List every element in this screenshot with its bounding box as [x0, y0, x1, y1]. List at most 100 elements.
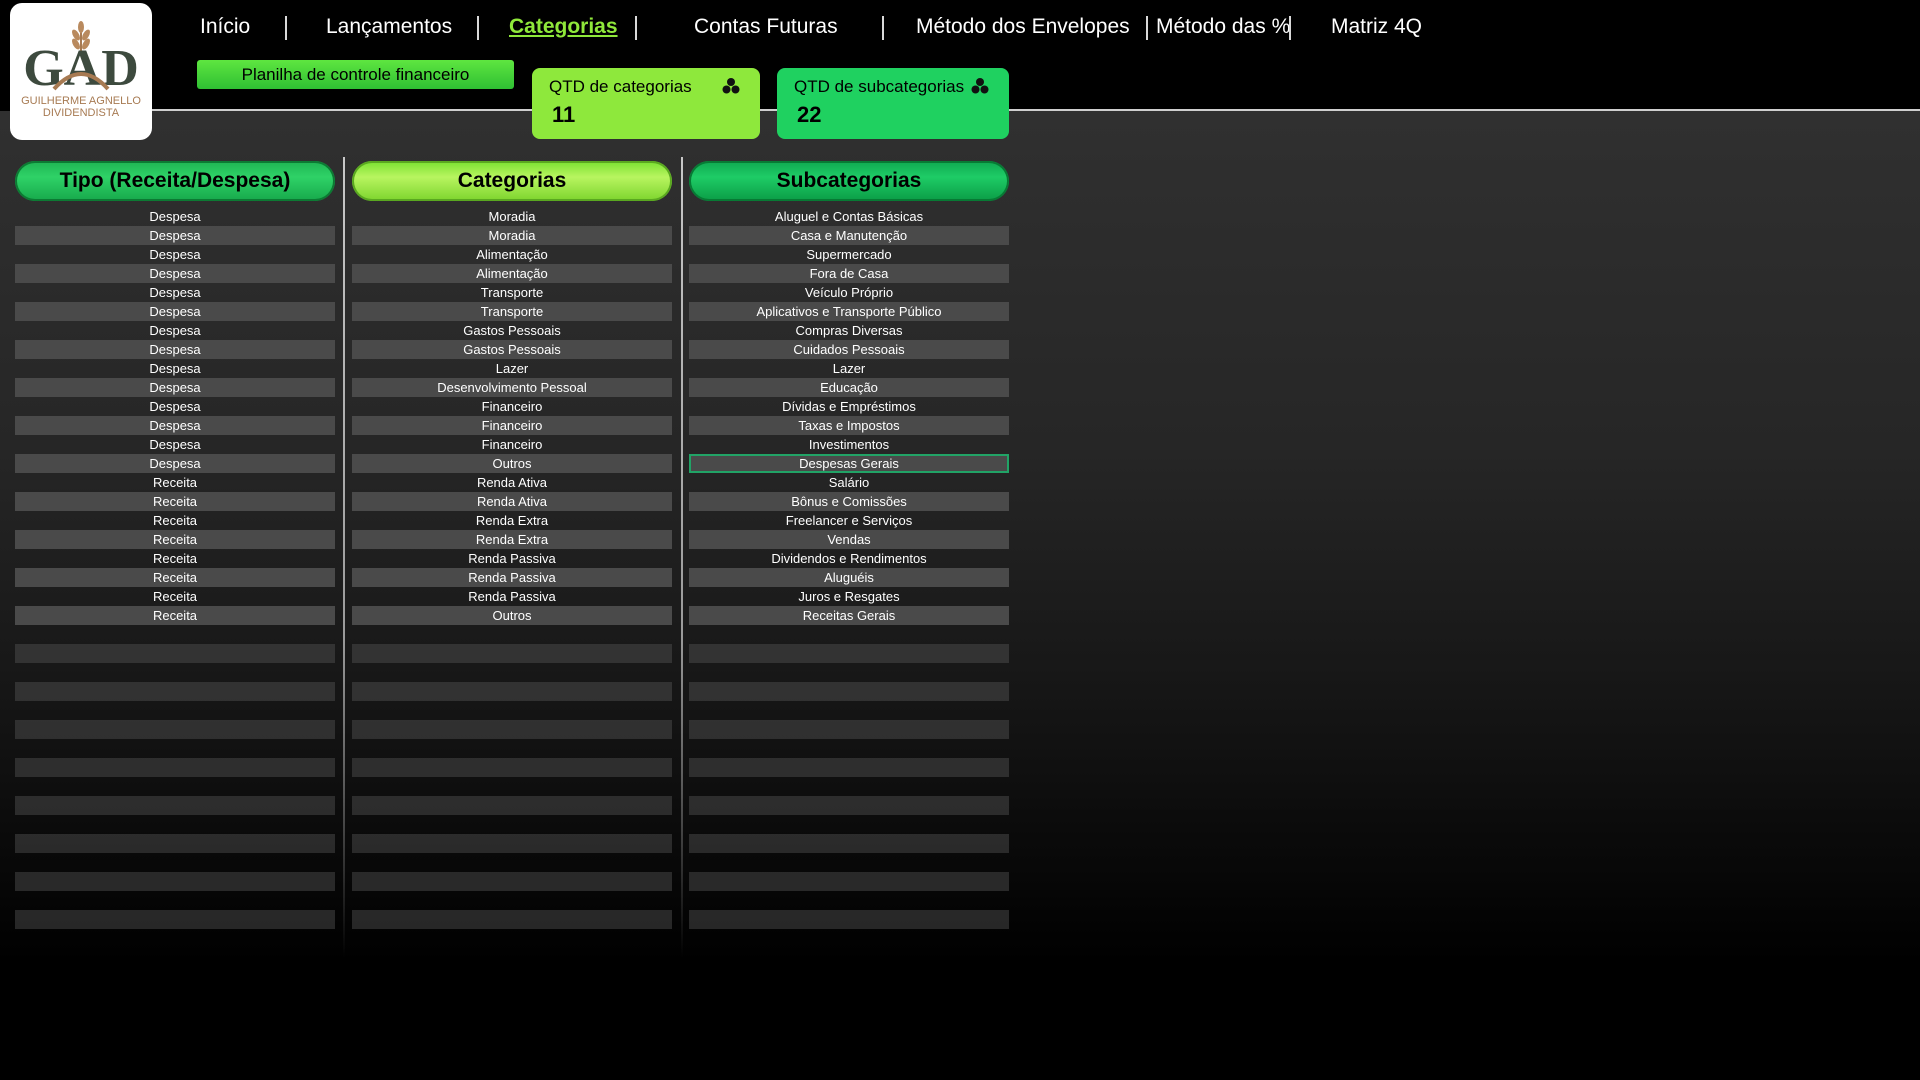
empty-cell[interactable]	[689, 910, 1009, 929]
empty-cell[interactable]	[15, 910, 335, 929]
empty-cell[interactable]	[352, 891, 672, 910]
table-cell[interactable]: Receita	[15, 568, 335, 587]
table-cell[interactable]: Despesa	[15, 283, 335, 302]
table-cell[interactable]: Despesa	[15, 416, 335, 435]
brand-logo[interactable]: GAD GUILHERME AGNELLO DIVIDENDISTA	[10, 3, 152, 140]
empty-cell[interactable]	[352, 682, 672, 701]
empty-cell[interactable]	[689, 853, 1009, 872]
table-cell[interactable]: Gastos Pessoais	[352, 321, 672, 340]
table-cell[interactable]: Despesa	[15, 454, 335, 473]
table-cell[interactable]: Dívidas e Empréstimos	[689, 397, 1009, 416]
table-cell[interactable]: Receitas Gerais	[689, 606, 1009, 625]
empty-cell[interactable]	[352, 796, 672, 815]
table-cell[interactable]: Taxas e Impostos	[689, 416, 1009, 435]
table-cell[interactable]: Despesa	[15, 359, 335, 378]
table-cell[interactable]: Financeiro	[352, 435, 672, 454]
empty-cell[interactable]	[689, 777, 1009, 796]
table-cell[interactable]: Vendas	[689, 530, 1009, 549]
table-cell[interactable]: Outros	[352, 454, 672, 473]
nav-contas-futuras[interactable]: Contas Futuras	[694, 15, 838, 39]
table-cell[interactable]: Aplicativos e Transporte Público	[689, 302, 1009, 321]
empty-cell[interactable]	[689, 872, 1009, 891]
empty-cell[interactable]	[352, 625, 672, 644]
empty-cell[interactable]	[689, 891, 1009, 910]
table-cell[interactable]: Moradia	[352, 226, 672, 245]
table-cell[interactable]: Fora de Casa	[689, 264, 1009, 283]
table-cell[interactable]: Receita	[15, 606, 335, 625]
empty-cell[interactable]	[15, 625, 335, 644]
table-cell[interactable]: Financeiro	[352, 397, 672, 416]
table-cell[interactable]: Lazer	[689, 359, 1009, 378]
empty-cell[interactable]	[352, 777, 672, 796]
empty-cell[interactable]	[15, 644, 335, 663]
table-cell[interactable]: Receita	[15, 473, 335, 492]
empty-cell[interactable]	[352, 739, 672, 758]
empty-cell[interactable]	[352, 644, 672, 663]
nav-matriz-4q[interactable]: Matriz 4Q	[1331, 15, 1422, 39]
table-cell[interactable]: Renda Ativa	[352, 492, 672, 511]
table-cell[interactable]: Financeiro	[352, 416, 672, 435]
empty-cell[interactable]	[689, 682, 1009, 701]
empty-cell[interactable]	[15, 815, 335, 834]
table-cell[interactable]: Despesa	[15, 340, 335, 359]
empty-cell[interactable]	[15, 701, 335, 720]
nav-metodo-percentual[interactable]: Método das %	[1156, 15, 1290, 39]
table-cell[interactable]: Receita	[15, 530, 335, 549]
empty-cell[interactable]	[15, 834, 335, 853]
table-cell[interactable]: Casa e Manutenção	[689, 226, 1009, 245]
empty-cell[interactable]	[352, 720, 672, 739]
table-cell[interactable]: Despesa	[15, 397, 335, 416]
empty-cell[interactable]	[352, 758, 672, 777]
empty-cell[interactable]	[15, 682, 335, 701]
table-cell[interactable]: Desenvolvimento Pessoal	[352, 378, 672, 397]
empty-cell[interactable]	[689, 758, 1009, 777]
column-header-subcategorias[interactable]: Subcategorias	[689, 161, 1009, 201]
table-cell[interactable]: Renda Passiva	[352, 549, 672, 568]
empty-cell[interactable]	[689, 834, 1009, 853]
table-cell[interactable]: Despesas Gerais	[689, 454, 1009, 473]
table-cell[interactable]: Outros	[352, 606, 672, 625]
table-cell[interactable]: Renda Passiva	[352, 568, 672, 587]
table-cell[interactable]: Alimentação	[352, 264, 672, 283]
nav-lancamentos[interactable]: Lançamentos	[326, 15, 452, 39]
table-cell[interactable]: Dividendos e Rendimentos	[689, 549, 1009, 568]
table-cell[interactable]: Aluguel e Contas Básicas	[689, 207, 1009, 226]
table-cell[interactable]: Investimentos	[689, 435, 1009, 454]
empty-cell[interactable]	[689, 644, 1009, 663]
table-cell[interactable]: Renda Extra	[352, 511, 672, 530]
table-cell[interactable]: Alimentação	[352, 245, 672, 264]
empty-cell[interactable]	[689, 739, 1009, 758]
empty-cell[interactable]	[689, 625, 1009, 644]
table-cell[interactable]: Salário	[689, 473, 1009, 492]
table-cell[interactable]: Receita	[15, 587, 335, 606]
table-cell[interactable]: Despesa	[15, 321, 335, 340]
empty-cell[interactable]	[689, 720, 1009, 739]
table-cell[interactable]: Despesa	[15, 435, 335, 454]
empty-cell[interactable]	[15, 796, 335, 815]
table-cell[interactable]: Veículo Próprio	[689, 283, 1009, 302]
empty-cell[interactable]	[352, 853, 672, 872]
empty-cell[interactable]	[352, 834, 672, 853]
table-cell[interactable]: Gastos Pessoais	[352, 340, 672, 359]
nav-metodo-envelopes[interactable]: Método dos Envelopes	[916, 15, 1130, 39]
table-cell[interactable]: Renda Extra	[352, 530, 672, 549]
empty-cell[interactable]	[689, 796, 1009, 815]
table-cell[interactable]: Despesa	[15, 264, 335, 283]
table-cell[interactable]: Educação	[689, 378, 1009, 397]
table-cell[interactable]: Despesa	[15, 378, 335, 397]
empty-cell[interactable]	[15, 891, 335, 910]
table-cell[interactable]: Transporte	[352, 302, 672, 321]
table-cell[interactable]: Receita	[15, 492, 335, 511]
empty-cell[interactable]	[15, 777, 335, 796]
table-cell[interactable]: Renda Passiva	[352, 587, 672, 606]
table-cell[interactable]: Transporte	[352, 283, 672, 302]
table-cell[interactable]: Despesa	[15, 245, 335, 264]
empty-cell[interactable]	[689, 663, 1009, 682]
table-cell[interactable]: Renda Ativa	[352, 473, 672, 492]
empty-cell[interactable]	[15, 663, 335, 682]
table-cell[interactable]: Moradia	[352, 207, 672, 226]
column-header-tipo[interactable]: Tipo (Receita/Despesa)	[15, 161, 335, 201]
table-cell[interactable]: Juros e Resgates	[689, 587, 1009, 606]
table-cell[interactable]: Compras Diversas	[689, 321, 1009, 340]
empty-cell[interactable]	[15, 739, 335, 758]
